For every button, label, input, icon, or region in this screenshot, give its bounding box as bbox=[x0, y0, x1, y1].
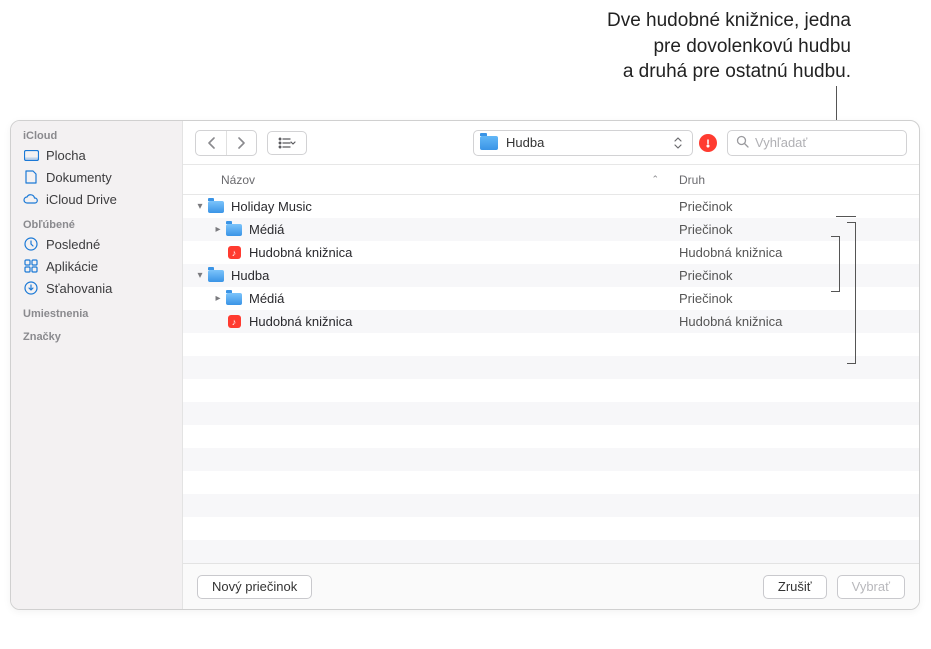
music-library-icon: ♪ bbox=[225, 246, 243, 260]
desktop-icon bbox=[23, 147, 39, 163]
file-list[interactable]: ▾Holiday MusicPriečinok▸MédiáPriečinok♪H… bbox=[183, 195, 919, 563]
new-folder-button[interactable]: Nový priečinok bbox=[197, 575, 312, 599]
sidebar-item-recents[interactable]: Posledné bbox=[11, 233, 182, 255]
column-kind-header[interactable]: Druh bbox=[669, 173, 919, 187]
file-kind: Priečinok bbox=[669, 199, 919, 214]
chevron-updown-icon bbox=[672, 137, 684, 149]
file-row[interactable]: ▸ MédiáPriečinok bbox=[183, 287, 919, 310]
empty-row bbox=[183, 517, 919, 540]
sidebar-item-label: Sťahovania bbox=[46, 281, 112, 296]
file-row[interactable]: ♪ Hudobná knižnicaHudobná knižnica bbox=[183, 310, 919, 333]
forward-button[interactable] bbox=[226, 131, 256, 155]
search-field[interactable] bbox=[727, 130, 907, 156]
folder-icon bbox=[225, 223, 243, 237]
empty-row bbox=[183, 379, 919, 402]
sidebar-item-label: Aplikácie bbox=[46, 259, 98, 274]
column-name-header[interactable]: Názov bbox=[221, 173, 651, 187]
file-name: Médiá bbox=[249, 222, 669, 237]
cancel-button[interactable]: Zrušiť bbox=[763, 575, 827, 599]
cancel-label: Zrušiť bbox=[778, 579, 812, 594]
empty-row bbox=[183, 356, 919, 379]
file-kind: Priečinok bbox=[669, 268, 919, 283]
file-picker-window: iCloud Plocha Dokumenty iCloud Drive Obľ bbox=[10, 120, 920, 610]
file-row[interactable]: ▾ HudbaPriečinok bbox=[183, 264, 919, 287]
back-button[interactable] bbox=[196, 131, 226, 155]
location-label: Hudba bbox=[506, 135, 544, 150]
folder-icon bbox=[207, 269, 225, 283]
search-input[interactable] bbox=[755, 135, 898, 150]
choose-label: Vybrať bbox=[852, 579, 890, 594]
file-kind: Hudobná knižnica bbox=[669, 245, 919, 260]
apps-icon bbox=[23, 258, 39, 274]
file-kind: Hudobná knižnica bbox=[669, 314, 919, 329]
disclosure-triangle-icon[interactable]: ▸ bbox=[211, 293, 225, 304]
file-row[interactable]: ▾ Holiday MusicPriečinok bbox=[183, 195, 919, 218]
empty-row bbox=[183, 402, 919, 425]
file-name: Médiá bbox=[249, 291, 669, 306]
sidebar-item-label: iCloud Drive bbox=[46, 192, 117, 207]
annotation-line: a druhá pre ostatnú hudbu. bbox=[471, 59, 851, 85]
search-icon bbox=[736, 135, 749, 151]
new-folder-label: Nový priečinok bbox=[212, 579, 297, 594]
file-name: Hudobná knižnica bbox=[249, 314, 669, 329]
bottom-bar: Nový priečinok Zrušiť Vybrať bbox=[183, 563, 919, 609]
sidebar-item-applications[interactable]: Aplikácie bbox=[11, 255, 182, 277]
music-library-icon: ♪ bbox=[225, 315, 243, 329]
alert-badge[interactable] bbox=[699, 134, 717, 152]
empty-row bbox=[183, 494, 919, 517]
sidebar-item-label: Dokumenty bbox=[46, 170, 112, 185]
empty-row bbox=[183, 471, 919, 494]
choose-button[interactable]: Vybrať bbox=[837, 575, 905, 599]
file-name: Holiday Music bbox=[231, 199, 669, 214]
clock-icon bbox=[23, 236, 39, 252]
view-mode-button[interactable] bbox=[267, 131, 307, 155]
disclosure-triangle-icon[interactable]: ▾ bbox=[193, 201, 207, 212]
empty-row bbox=[183, 425, 919, 448]
sidebar-section-locations: Umiestnenia bbox=[11, 305, 182, 322]
file-kind: Priečinok bbox=[669, 222, 919, 237]
file-row[interactable]: ♪ Hudobná knižnicaHudobná knižnica bbox=[183, 241, 919, 264]
file-kind: Priečinok bbox=[669, 291, 919, 306]
callout-bracket-outer bbox=[848, 222, 856, 364]
sidebar-item-icloud-drive[interactable]: iCloud Drive bbox=[11, 188, 182, 210]
file-name: Hudba bbox=[231, 268, 669, 283]
sidebar-item-label: Plocha bbox=[46, 148, 86, 163]
sidebar-section-tags: Značky bbox=[11, 328, 182, 345]
nav-buttons bbox=[195, 130, 257, 156]
folder-icon bbox=[480, 136, 498, 150]
folder-icon bbox=[207, 200, 225, 214]
annotation-callout: Dve hudobné knižnice, jedna pre dovolenk… bbox=[471, 8, 851, 85]
toolbar: Hudba bbox=[183, 121, 919, 165]
cloud-icon bbox=[23, 191, 39, 207]
empty-row bbox=[183, 540, 919, 563]
sidebar-item-desktop[interactable]: Plocha bbox=[11, 144, 182, 166]
sidebar-section-favorites: Obľúbené bbox=[11, 216, 182, 233]
disclosure-triangle-icon[interactable]: ▸ bbox=[211, 224, 225, 235]
file-name: Hudobná knižnica bbox=[249, 245, 669, 260]
sidebar: iCloud Plocha Dokumenty iCloud Drive Obľ bbox=[11, 121, 183, 609]
content-area: Hudba Názov bbox=[183, 121, 919, 609]
folder-icon bbox=[225, 292, 243, 306]
sidebar-item-documents[interactable]: Dokumenty bbox=[11, 166, 182, 188]
annotation-line: Dve hudobné knižnice, jedna bbox=[471, 8, 851, 34]
sidebar-item-downloads[interactable]: Sťahovania bbox=[11, 277, 182, 299]
sort-indicator-icon: ⌃ bbox=[651, 174, 659, 185]
callout-bracket-tick bbox=[836, 216, 856, 217]
download-icon bbox=[23, 280, 39, 296]
disclosure-triangle-icon[interactable]: ▾ bbox=[193, 270, 207, 281]
empty-row bbox=[183, 333, 919, 356]
column-name-label: Názov bbox=[221, 173, 255, 187]
annotation-line: pre dovolenkovú hudbu bbox=[471, 34, 851, 60]
location-popup[interactable]: Hudba bbox=[473, 130, 693, 156]
document-icon bbox=[23, 169, 39, 185]
sidebar-item-label: Posledné bbox=[46, 237, 100, 252]
file-row[interactable]: ▸ MédiáPriečinok bbox=[183, 218, 919, 241]
column-kind-label: Druh bbox=[679, 173, 705, 187]
sidebar-section-icloud: iCloud bbox=[11, 127, 182, 144]
empty-row bbox=[183, 448, 919, 471]
callout-bracket-inner bbox=[832, 236, 840, 292]
column-headers: Názov ⌃ Druh bbox=[183, 165, 919, 195]
